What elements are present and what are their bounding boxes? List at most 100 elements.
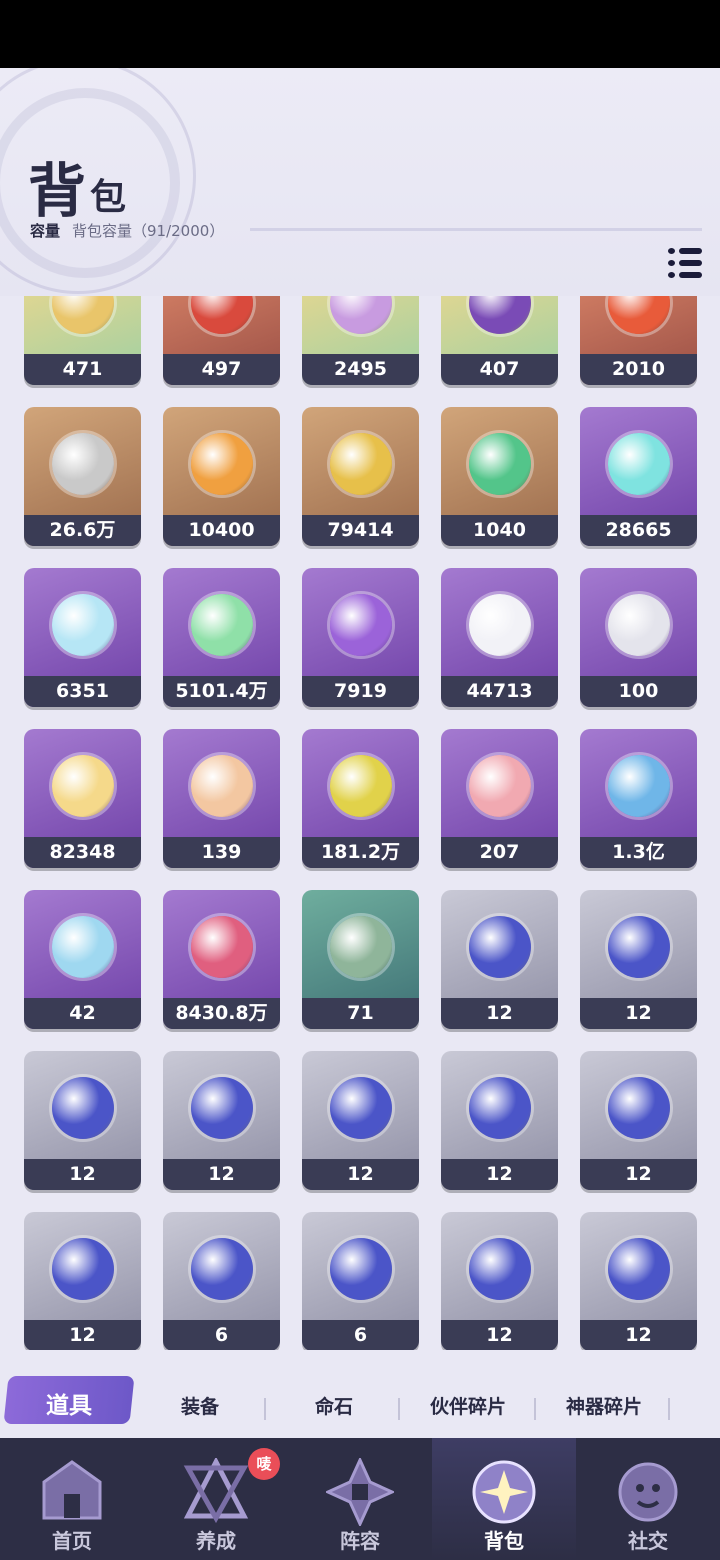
tab-partner-shards[interactable]: 伙伴碎片: [408, 1392, 528, 1419]
item-tile[interactable]: 1.3亿: [580, 729, 697, 868]
item-tile[interactable]: 12: [441, 1051, 558, 1190]
nav-backpack[interactable]: 背包: [432, 1438, 576, 1560]
item-tile[interactable]: 6351: [24, 568, 141, 707]
tab-divider: [398, 1398, 400, 1420]
item-count: 6351: [24, 676, 141, 707]
item-tile[interactable]: 44713: [441, 568, 558, 707]
item-art: [163, 1212, 280, 1322]
nav-social[interactable]: 社交: [576, 1438, 720, 1560]
item-tile[interactable]: 28665: [580, 407, 697, 546]
tab-divider: [534, 1398, 536, 1420]
item-tile[interactable]: 12: [302, 1051, 419, 1190]
page-title: 背: [28, 157, 87, 225]
item-tile[interactable]: 6: [163, 1212, 280, 1350]
tab-fate-stones[interactable]: 命石: [274, 1392, 394, 1419]
item-count: 12: [302, 1159, 419, 1190]
item-tile[interactable]: 6: [302, 1212, 419, 1350]
nav-lineup-label: 阵容: [340, 1529, 380, 1553]
tab-artifact-shards[interactable]: 神器碎片: [544, 1392, 664, 1419]
nav-backpack-label: 背包: [484, 1529, 524, 1553]
item-count: 12: [441, 1320, 558, 1350]
dash-swap-orb-icon: [608, 1077, 670, 1139]
capacity-label: 容量: [30, 222, 61, 240]
item-tile[interactable]: 26.6万: [24, 407, 141, 546]
gold-ore-icon: [330, 433, 392, 495]
item-count: 181.2万: [302, 837, 419, 868]
tab-divider: [668, 1398, 670, 1420]
item-tile[interactable]: 407: [441, 296, 558, 385]
tab-equipment[interactable]: 装备: [140, 1392, 260, 1419]
orange-potion-icon: [191, 433, 253, 495]
item-count: 82348: [24, 837, 141, 868]
item-tile[interactable]: 8430.8万: [163, 890, 280, 1029]
cloud-orb-icon: [52, 755, 114, 817]
purple-crest-icon: [469, 296, 531, 334]
item-grid: 471 497 2495 407 2010 26.6万 10400 79414 1040 2866…: [0, 296, 720, 1350]
item-count: 471: [24, 354, 141, 385]
item-tile[interactable]: 12: [441, 890, 558, 1029]
item-tile[interactable]: 12: [580, 1051, 697, 1190]
social-icon: [618, 1462, 678, 1522]
list-view-icon[interactable]: [668, 246, 702, 280]
item-count: 12: [580, 1320, 697, 1350]
item-art: [24, 568, 141, 678]
item-tile[interactable]: 82348: [24, 729, 141, 868]
nav-home[interactable]: 首页: [0, 1438, 144, 1560]
item-tile[interactable]: 181.2万: [302, 729, 419, 868]
page-header: 背 包 容量 背包容量（91/2000）: [0, 68, 720, 296]
item-art: [163, 1051, 280, 1161]
shield-swap-orb-icon: [469, 916, 531, 978]
item-tile[interactable]: 471: [24, 296, 141, 385]
item-tile[interactable]: 139: [163, 729, 280, 868]
item-art: [580, 568, 697, 678]
helmet-orb-icon: [608, 755, 670, 817]
item-count: 10400: [163, 515, 280, 546]
item-count: 8430.8万: [163, 998, 280, 1029]
item-count: 6: [302, 1320, 419, 1350]
item-count: 42: [24, 998, 141, 1029]
item-art: [441, 729, 558, 839]
item-tile[interactable]: 2010: [580, 296, 697, 385]
item-count: 12: [441, 998, 558, 1029]
item-tile[interactable]: 12: [163, 1051, 280, 1190]
item-art: [441, 568, 558, 678]
roman-three-coin-icon: [191, 594, 253, 656]
item-art: [441, 296, 558, 356]
item-tile[interactable]: 12: [580, 1212, 697, 1350]
item-art: [163, 890, 280, 1000]
backpack-icon: [472, 1460, 536, 1524]
item-count: 100: [580, 676, 697, 707]
pink-creature-orb-icon: [191, 916, 253, 978]
item-tile[interactable]: 2495: [302, 296, 419, 385]
item-tile[interactable]: 1040: [441, 407, 558, 546]
item-tile[interactable]: 12: [441, 1212, 558, 1350]
item-tile[interactable]: 42: [24, 890, 141, 1029]
item-tile[interactable]: 497: [163, 296, 280, 385]
item-tile[interactable]: 207: [441, 729, 558, 868]
rainbow-gem-icon: [330, 296, 392, 334]
item-count: 139: [163, 837, 280, 868]
item-tile[interactable]: 12: [24, 1051, 141, 1190]
item-tile[interactable]: 10400: [163, 407, 280, 546]
item-art: [163, 729, 280, 839]
item-tile[interactable]: 12: [580, 890, 697, 1029]
tab-items[interactable]: 道具: [6, 1386, 132, 1420]
item-art: [441, 890, 558, 1000]
item-tile[interactable]: 5101.4万: [163, 568, 280, 707]
guard-swap-orb-icon: [52, 1077, 114, 1139]
item-tile[interactable]: 79414: [302, 407, 419, 546]
item-art: [580, 296, 697, 356]
item-count: 12: [441, 1159, 558, 1190]
item-art: [24, 296, 141, 356]
nav-lineup[interactable]: 阵容: [288, 1438, 432, 1560]
item-tile[interactable]: 12: [24, 1212, 141, 1350]
item-count: 12: [24, 1320, 141, 1350]
item-art: [163, 296, 280, 356]
item-tile[interactable]: 7919: [302, 568, 419, 707]
divider: [250, 228, 702, 231]
item-tile[interactable]: 71: [302, 890, 419, 1029]
item-tile[interactable]: 100: [580, 568, 697, 707]
item-art: [163, 407, 280, 517]
red-potion-icon: [608, 296, 670, 334]
gold-emblem-icon: [52, 296, 114, 334]
